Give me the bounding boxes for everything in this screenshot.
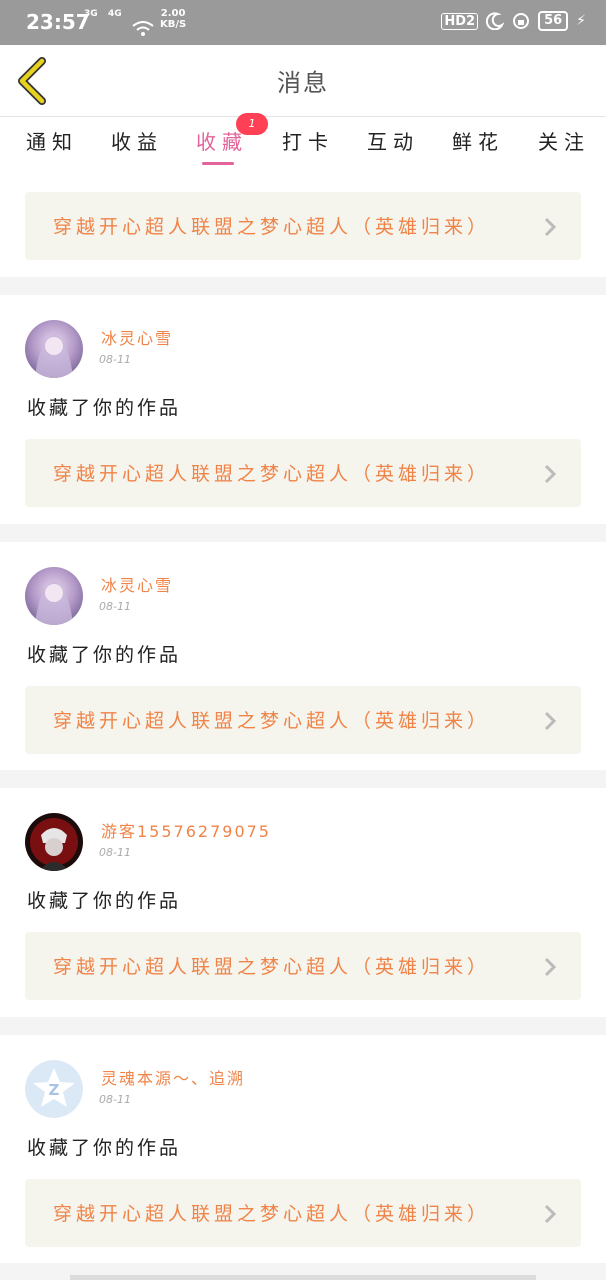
lock-rotation-icon	[513, 13, 530, 29]
status-right-group: HD2 56 ⚡	[441, 11, 586, 31]
section-divider	[0, 277, 606, 295]
chevron-right-icon	[544, 957, 557, 977]
work-card[interactable]: 穿越开心超人联盟之梦心超人（英雄归来）	[25, 192, 581, 260]
section-divider	[0, 1017, 606, 1035]
entry-date: 08-11	[99, 353, 131, 366]
work-title: 穿越开心超人联盟之梦心超人（英雄归来）	[53, 1203, 491, 1225]
tab-bar: 通知 收益 收藏 打卡 互动 鲜花 关注	[0, 118, 606, 172]
user-name[interactable]: 灵魂本源～、追溯	[101, 1065, 245, 1089]
work-title: 穿越开心超人联盟之梦心超人（英雄归来）	[53, 463, 491, 485]
action-text: 收藏了你的作品	[27, 890, 182, 912]
tab-notify[interactable]: 通知	[26, 126, 78, 155]
user-name[interactable]: 冰灵心雪	[101, 572, 173, 596]
dark-anime-avatar-icon	[25, 813, 83, 871]
chevron-right-icon	[544, 1204, 557, 1224]
list-item: Z 灵魂本源～、追溯 08-11 收藏了你的作品 穿越开心超人联盟之梦心超人（英…	[0, 1035, 606, 1265]
battery-icon: 56	[538, 11, 569, 31]
avatar[interactable]: Z	[25, 1060, 83, 1118]
anime-avatar-icon	[25, 320, 83, 378]
chevron-right-icon	[544, 711, 557, 731]
page-title: 消息	[277, 69, 329, 97]
user-name[interactable]: 游客15576279075	[101, 818, 271, 842]
tab-follow[interactable]: 关注	[538, 126, 590, 155]
user-name[interactable]: 冰灵心雪	[101, 325, 173, 349]
tab-checkin[interactable]: 打卡	[282, 126, 334, 155]
list-item: 游客15576279075 08-11 收藏了你的作品 穿越开心超人联盟之梦心超…	[0, 788, 606, 1018]
network-3g-icon: 3G	[84, 9, 98, 19]
entry-date: 08-11	[99, 600, 131, 613]
status-bar: 23:57 3G 4G 2.00 KB/S HD2 56 ⚡	[0, 0, 606, 45]
avatar[interactable]	[25, 567, 83, 625]
next-item-edge	[70, 1275, 536, 1280]
work-card[interactable]: 穿越开心超人联盟之梦心超人（英雄归来）	[25, 686, 581, 754]
favorites-badge: 1	[236, 113, 268, 135]
action-text: 收藏了你的作品	[27, 644, 182, 666]
tab-flowers[interactable]: 鲜花	[452, 126, 504, 155]
avatar[interactable]	[25, 320, 83, 378]
work-title: 穿越开心超人联盟之梦心超人（英雄归来）	[53, 956, 491, 978]
top-nav-bar: 消息	[0, 45, 606, 117]
section-divider	[0, 770, 606, 788]
anime-avatar-icon	[25, 567, 83, 625]
default-qq-avatar-icon: Z	[25, 1060, 83, 1118]
entry-date: 08-11	[99, 846, 131, 859]
action-text: 收藏了你的作品	[27, 1137, 182, 1159]
list-item: 冰灵心雪 08-11 收藏了你的作品 穿越开心超人联盟之梦心超人（英雄归来）	[0, 542, 606, 772]
chevron-right-icon	[544, 464, 557, 484]
work-card[interactable]: 穿越开心超人联盟之梦心超人（英雄归来）	[25, 439, 581, 507]
svg-text:Z: Z	[49, 1081, 60, 1099]
work-title: 穿越开心超人联盟之梦心超人（英雄归来）	[53, 216, 491, 238]
work-title: 穿越开心超人联盟之梦心超人（英雄归来）	[53, 710, 491, 732]
entry-date: 08-11	[99, 1093, 131, 1106]
wifi-icon	[132, 21, 154, 36]
tab-interaction[interactable]: 互动	[367, 126, 419, 155]
action-text: 收藏了你的作品	[27, 397, 182, 419]
section-divider	[0, 524, 606, 542]
work-card[interactable]: 穿越开心超人联盟之梦心超人（英雄归来）	[25, 932, 581, 1000]
work-card[interactable]: 穿越开心超人联盟之梦心超人（英雄归来）	[25, 1179, 581, 1247]
charging-icon: ⚡	[576, 13, 586, 29]
network-speed: 2.00 KB/S	[160, 8, 187, 30]
moon-icon	[486, 12, 505, 30]
active-tab-indicator	[202, 162, 234, 165]
chevron-right-icon	[544, 217, 557, 237]
network-4g-icon: 4G	[108, 9, 122, 19]
tab-income[interactable]: 收益	[111, 126, 163, 155]
hd-voice-icon: HD2	[441, 12, 479, 30]
list-item: 冰灵心雪 08-11 收藏了你的作品 穿越开心超人联盟之梦心超人（英雄归来）	[0, 295, 606, 525]
status-time: 23:57	[26, 10, 90, 34]
avatar[interactable]	[25, 813, 83, 871]
